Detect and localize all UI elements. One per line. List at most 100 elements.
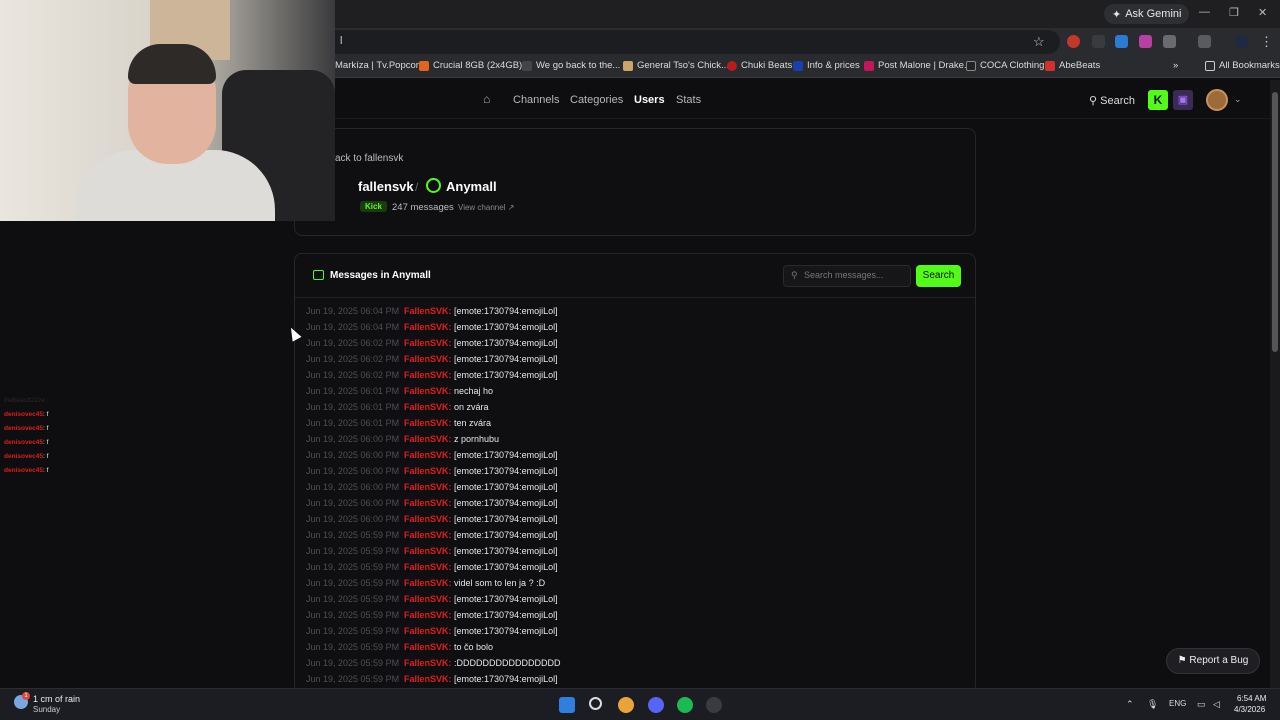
message-username[interactable]: FallenSVK: [404, 434, 452, 444]
message-username[interactable]: FallenSVK: [404, 626, 452, 636]
message-username[interactable]: FallenSVK: [404, 546, 452, 556]
message-username[interactable]: FallenSVK: [404, 402, 452, 412]
search-messages-input[interactable]: ⚲ Search messages... [783, 265, 911, 287]
message-username[interactable]: FallenSVK: [404, 354, 452, 364]
message-row: Jun 19, 2025 05:59 PM FallenSVK: [emote:1… [306, 610, 558, 624]
message-timestamp: Jun 19, 2025 06:02 PM [306, 354, 400, 364]
profile-icon[interactable] [1235, 35, 1248, 48]
message-timestamp: Jun 19, 2025 05:59 PM [306, 562, 400, 572]
messages-header: Messages in Anymall ⚲ Search messages...… [295, 254, 975, 298]
clock-time[interactable]: 6:54 AM [1237, 694, 1266, 703]
bookmark-item[interactable]: Crucial 8GB (2x4GB)... [419, 60, 530, 71]
header-search[interactable]: ⚲ Search [1089, 94, 1135, 107]
nav-categories[interactable]: Categories [570, 94, 623, 106]
message-username[interactable]: FallenSVK: [404, 594, 452, 604]
message-row: Jun 19, 2025 06:02 PM FallenSVK: [emote:1… [306, 370, 558, 384]
chrome-icon[interactable] [618, 697, 634, 713]
message-username[interactable]: FallenSVK: [404, 418, 452, 428]
message-username[interactable]: FallenSVK: [404, 674, 452, 684]
channel-name[interactable]: fallensvk [358, 179, 414, 194]
maximize-icon[interactable]: ❐ [1229, 6, 1239, 19]
message-username[interactable]: FallenSVK: [404, 498, 452, 508]
menu-kebab-icon[interactable]: ⋮ [1260, 34, 1273, 50]
bookmark-item[interactable]: Chuki Beats [727, 60, 792, 71]
home-icon[interactable]: ⌂ [483, 92, 490, 106]
bookmark-item[interactable]: Post Malone | Drake... [864, 60, 972, 71]
language-indicator[interactable]: ENG [1169, 699, 1186, 708]
message-row: Jun 19, 2025 06:00 PM FallenSVK: [emote:1… [306, 450, 558, 464]
reading-list-icon[interactable] [1198, 35, 1211, 48]
bookmark-item[interactable]: General Tso's Chick... [623, 60, 729, 71]
message-username[interactable]: FallenSVK: [404, 370, 452, 380]
message-username[interactable]: FallenSVK: [404, 642, 452, 652]
bookmark-item[interactable]: Markíza | Tv.Popcor... [335, 60, 426, 71]
clock-date[interactable]: 4/3/2026 [1234, 705, 1265, 714]
bookmark-item[interactable]: COCA Clothing [966, 60, 1044, 71]
report-bug-button[interactable]: ⚑ Report a Bug [1166, 648, 1260, 674]
discord-icon[interactable] [648, 697, 664, 713]
bookmark-item[interactable]: AbeBeats [1045, 60, 1100, 71]
tray-overflow-icon[interactable]: ⌃ [1126, 699, 1134, 710]
message-text: [emote:1730794:emojiLol] [454, 626, 558, 636]
volume-icon[interactable]: ◁ [1213, 699, 1220, 710]
message-username[interactable]: FallenSVK: [404, 514, 452, 524]
message-username[interactable]: FallenSVK: [404, 450, 452, 460]
message-username[interactable]: FallenSVK: [404, 466, 452, 476]
search-button[interactable]: Search [916, 265, 961, 287]
weather-day[interactable]: Sunday [33, 705, 60, 714]
webcam-overlay [0, 0, 335, 221]
microphone-icon[interactable]: 🎙 [1147, 699, 1158, 710]
overlay-chat-line: denisovec45: f [4, 425, 48, 432]
network-icon[interactable]: ▭ [1197, 699, 1206, 710]
message-timestamp: Jun 19, 2025 05:59 PM [306, 642, 400, 652]
extension-icon[interactable] [1115, 35, 1128, 48]
message-username[interactable]: FallenSVK: [404, 578, 452, 588]
nav-stats[interactable]: Stats [676, 94, 701, 106]
extension-icon[interactable] [1067, 35, 1080, 48]
message-text: [emote:1730794:emojiLol] [454, 546, 558, 556]
scrollbar-thumb[interactable] [1272, 92, 1278, 352]
twitch-icon[interactable]: ▣ [1173, 90, 1193, 110]
bookmark-item[interactable]: We go back to the... [522, 60, 620, 71]
bookmark-item[interactable]: Info & prices [793, 60, 860, 71]
kick-logo-button[interactable]: K [1148, 90, 1168, 110]
all-bookmarks[interactable]: All Bookmarks [1205, 60, 1280, 71]
extension-icon[interactable] [1139, 35, 1152, 48]
minimize-icon[interactable]: — [1199, 6, 1210, 18]
message-username[interactable]: FallenSVK: [404, 386, 452, 396]
windows-start-icon[interactable] [559, 697, 575, 713]
overlay-chat-user: denisovec45 [4, 411, 44, 418]
nav-channels[interactable]: Channels [513, 94, 559, 106]
obs-icon[interactable] [706, 697, 722, 713]
address-bar[interactable]: l [300, 30, 1060, 54]
message-username[interactable]: FallenSVK: [404, 482, 452, 492]
chevron-down-icon[interactable]: ⌄ [1234, 94, 1242, 105]
overlay-chat-text: : f [43, 411, 49, 418]
extension-icon[interactable] [1092, 35, 1105, 48]
message-username[interactable]: FallenSVK: [404, 530, 452, 540]
message-row: Jun 19, 2025 05:59 PM FallenSVK: [emote:1… [306, 530, 558, 544]
back-link[interactable]: ack to fallensvk [335, 153, 403, 164]
nav-users[interactable]: Users [634, 94, 665, 106]
search-icon[interactable] [589, 697, 602, 710]
message-username[interactable]: FallenSVK: [404, 658, 452, 668]
message-username[interactable]: FallenSVK: [404, 306, 452, 316]
message-username[interactable]: FallenSVK: [404, 610, 452, 620]
spotify-icon[interactable] [677, 697, 693, 713]
message-username[interactable]: FallenSVK: [404, 338, 452, 348]
message-username[interactable]: FallenSVK: [404, 322, 452, 332]
weather-text[interactable]: 1 cm of rain [33, 694, 80, 704]
bookmark-star-icon[interactable]: ☆ [1033, 34, 1045, 50]
message-text: [emote:1730794:emojiLol] [454, 594, 558, 604]
message-row: Jun 19, 2025 06:04 PM FallenSVK: [emote:1… [306, 306, 558, 320]
ask-gemini-button[interactable]: ✦ Ask Gemini [1104, 4, 1190, 24]
overlay-chat-line: denisovec45: f [4, 453, 48, 460]
close-icon[interactable]: ✕ [1258, 6, 1267, 19]
extensions-puzzle-icon[interactable] [1163, 35, 1176, 48]
message-row: Jun 19, 2025 06:02 PM FallenSVK: [emote:1… [306, 354, 558, 368]
avatar[interactable] [1206, 89, 1228, 111]
view-channel-link[interactable]: View channel ↗ [458, 203, 514, 212]
bookmarks-overflow-icon[interactable]: » [1173, 60, 1178, 71]
message-username[interactable]: FallenSVK: [404, 562, 452, 572]
screen: ✦ Ask Gemini — ❐ ✕ l ☆ ⋮ Markíza | Tv.Po… [0, 0, 1280, 720]
